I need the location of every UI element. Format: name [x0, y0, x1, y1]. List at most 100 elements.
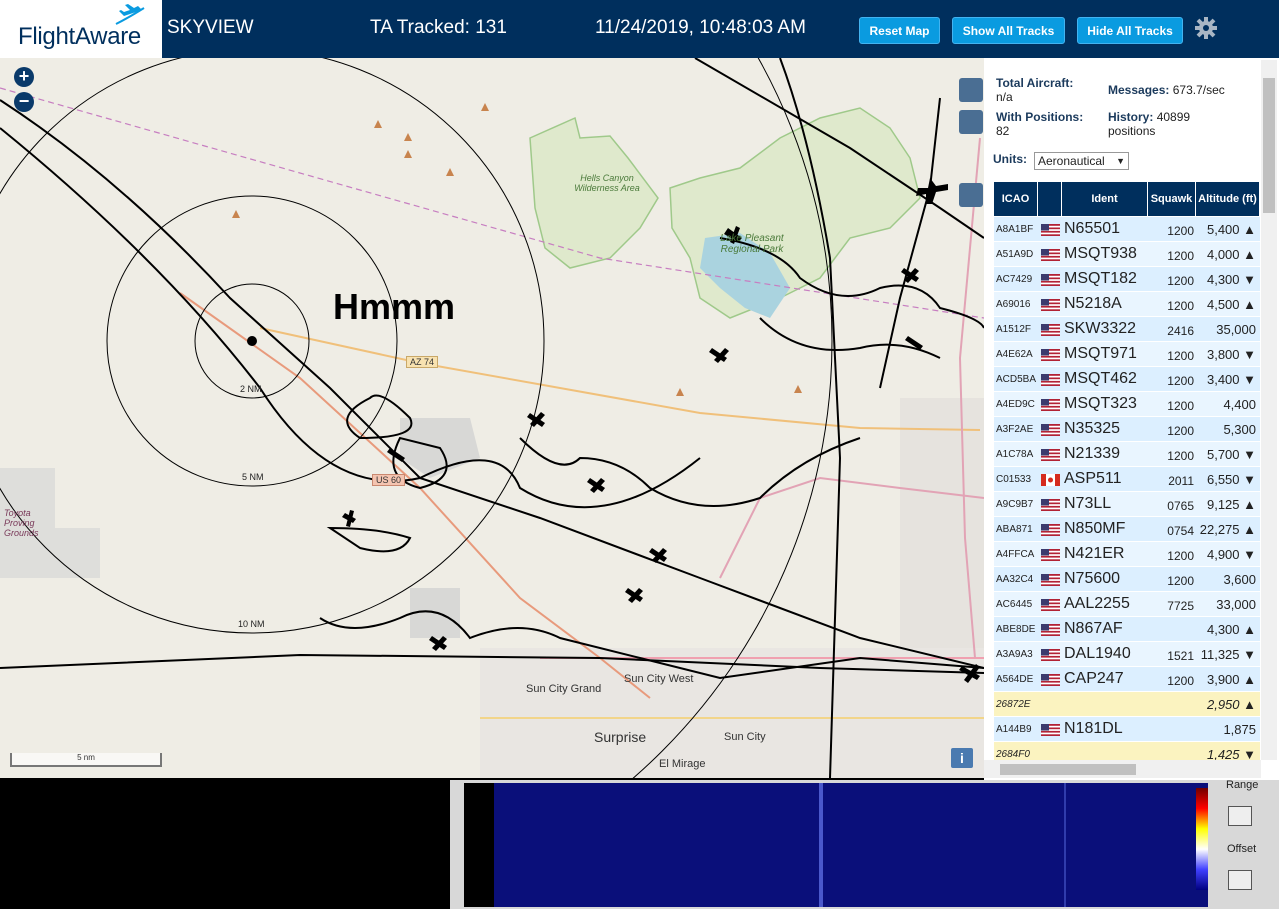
range-slider[interactable] [1228, 806, 1252, 826]
road-shield: AZ 74 [406, 356, 439, 368]
icao-cell: A3F2AE [996, 424, 1034, 435]
table-row[interactable]: A4E62A MSQT971 1200 3,800 ▼ [994, 342, 1260, 367]
total-aircraft-stat: Total Aircraft: n/a [996, 76, 1074, 104]
icao-cell: A4FFCA [996, 549, 1035, 560]
messages-stat: Messages: 673.7/sec [1108, 83, 1225, 97]
signal-line [819, 783, 823, 907]
squawk-cell: 1200 [1167, 349, 1194, 363]
us-flag-icon [1041, 399, 1060, 411]
icao-cell: C01533 [996, 474, 1032, 485]
flightaware-logo[interactable]: FlightAware [0, 0, 162, 58]
squawk-cell: 1521 [1167, 649, 1194, 663]
icao-cell: A4ED9C [996, 399, 1035, 410]
place-label: Lake Pleasant Regional Park [720, 233, 784, 255]
table-row[interactable]: ABE8DE N867AF 4,300 ▲ [994, 617, 1260, 642]
us-flag-icon [1041, 449, 1060, 461]
icao-cell: A69016 [996, 299, 1031, 310]
ident-cell: MSQT462 [1064, 370, 1137, 387]
col-icao-header[interactable]: ICAO [994, 182, 1038, 216]
zoom-in-button[interactable]: + [14, 67, 34, 87]
table-row[interactable]: A564DE CAP247 1200 3,900 ▲ [994, 667, 1260, 692]
vertical-scroll-thumb[interactable] [1263, 78, 1275, 213]
ident-cell: N867AF [1064, 620, 1123, 637]
us-flag-icon [1041, 249, 1060, 261]
altitude-cell: 5,400 ▲ [1206, 222, 1256, 237]
color-scale-bar [1196, 788, 1208, 890]
table-row[interactable]: AC6445 AAL2255 7725 33,000 [994, 592, 1260, 617]
spectrogram-edge [464, 783, 494, 907]
ident-cell: MSQT182 [1064, 270, 1137, 287]
col-ident-header[interactable]: Ident [1062, 182, 1148, 216]
icao-cell: 2684F0 [996, 749, 1030, 760]
map-layers-icon[interactable] [959, 78, 983, 102]
table-row[interactable]: A51A9D MSQT938 1200 4,000 ▲ [994, 242, 1260, 267]
squawk-cell: 1200 [1167, 249, 1194, 263]
col-flag-header[interactable] [1038, 182, 1062, 216]
grid-toggle-icon[interactable] [959, 110, 983, 134]
table-row[interactable]: A9C9B7 N73LL 0765 9,125 ▲ [994, 492, 1260, 517]
zoom-out-button[interactable]: − [14, 92, 34, 112]
tracked-count: TA Tracked: 131 [370, 17, 507, 38]
table-row[interactable]: A3A9A3 DAL1940 1521 11,325 ▼ [994, 642, 1260, 667]
table-row[interactable]: A3F2AE N35325 1200 5,300 [994, 417, 1260, 442]
table-row[interactable]: 26872E 2,950 ▲ [994, 692, 1260, 717]
settings-gear-icon[interactable] [1194, 16, 1218, 40]
ident-cell: CAP247 [1064, 670, 1124, 687]
table-row[interactable]: A4ED9C MSQT323 1200 4,400 [994, 392, 1260, 417]
us-flag-icon [1041, 599, 1060, 611]
table-row[interactable]: AA32C4 N75600 1200 3,600 [994, 567, 1260, 592]
reset-map-button[interactable]: Reset Map [859, 17, 940, 44]
table-row[interactable]: A1C78A N21339 1200 5,700 ▼ [994, 442, 1260, 467]
ident-cell: N421ER [1064, 545, 1125, 562]
table-row[interactable]: ACD5BA MSQT462 1200 3,400 ▼ [994, 367, 1260, 392]
us-flag-icon [1041, 299, 1060, 311]
icao-cell: A1512F [996, 324, 1032, 335]
ident-cell: ASP511 [1064, 470, 1122, 487]
col-altitude-header[interactable]: Altitude (ft) [1196, 182, 1260, 216]
place-label: Surprise [594, 729, 647, 745]
us-flag-icon [1041, 324, 1060, 336]
squawk-cell: 1200 [1167, 574, 1194, 588]
us-flag-icon [1041, 624, 1060, 636]
altitude-cell: 3,800 ▼ [1206, 347, 1256, 362]
table-row[interactable]: C01533 ASP511 2011 6,550 ▼ [994, 467, 1260, 492]
map-view[interactable]: + − Hmmm 2 NM 5 NM 10 NM Hells Canyon Wi… [0, 58, 984, 778]
info-button[interactable]: i [951, 748, 973, 768]
table-row[interactable]: AC7429 MSQT182 1200 4,300 ▼ [994, 267, 1260, 292]
squawk-cell: 0765 [1167, 499, 1194, 513]
us-flag-icon [1041, 724, 1060, 736]
show-all-tracks-button[interactable]: Show All Tracks [952, 17, 1065, 44]
squawk-cell: 2416 [1167, 324, 1194, 338]
col-squawk-header[interactable]: Squawk [1148, 182, 1196, 216]
squawk-cell: 1200 [1167, 449, 1194, 463]
us-flag-icon [1041, 424, 1060, 436]
offset-slider[interactable] [1228, 870, 1252, 890]
table-row[interactable]: A144B9 N181DL 1,875 [994, 717, 1260, 742]
ident-cell: DAL1940 [1064, 645, 1131, 662]
table-row[interactable]: A69016 N5218A 1200 4,500 ▲ [994, 292, 1260, 317]
altitude-cell: 22,275 ▲ [1199, 522, 1256, 537]
squawk-cell: 1200 [1167, 549, 1194, 563]
column-toggle-icon[interactable] [959, 183, 983, 207]
icao-cell: AA32C4 [996, 574, 1034, 585]
aircraft-panel: Total Aircraft: n/a With Positions: 82 M… [984, 58, 1279, 780]
hide-all-tracks-button[interactable]: Hide All Tracks [1077, 17, 1183, 44]
table-row[interactable]: A8A1BF N65501 1200 5,400 ▲ [994, 217, 1260, 242]
road-shield: US 60 [372, 474, 406, 486]
place-label: El Mirage [659, 758, 706, 770]
altitude-cell: 6,550 ▼ [1206, 472, 1256, 487]
place-label: Sun City West [624, 673, 694, 685]
us-flag-icon [1041, 274, 1060, 286]
units-select[interactable]: Aeronautical ▼ [1034, 152, 1129, 170]
altitude-cell: 4,300 ▲ [1206, 622, 1256, 637]
us-flag-icon [1041, 349, 1060, 361]
table-row[interactable]: ABA871 N850MF 0754 22,275 ▲ [994, 517, 1260, 542]
icao-cell: A8A1BF [996, 224, 1034, 235]
top-header: FlightAware SKYVIEW TA Tracked: 131 11/2… [0, 0, 1279, 58]
chevron-down-icon: ▼ [1116, 156, 1125, 166]
current-datetime: 11/24/2019, 10:48:03 AM [595, 17, 806, 38]
table-row[interactable]: A1512F SKW3322 2416 35,000 [994, 317, 1260, 342]
horizontal-scroll-thumb[interactable] [1000, 764, 1136, 775]
table-row[interactable]: A4FFCA N421ER 1200 4,900 ▼ [994, 542, 1260, 567]
ident-cell: N5218A [1064, 295, 1122, 312]
